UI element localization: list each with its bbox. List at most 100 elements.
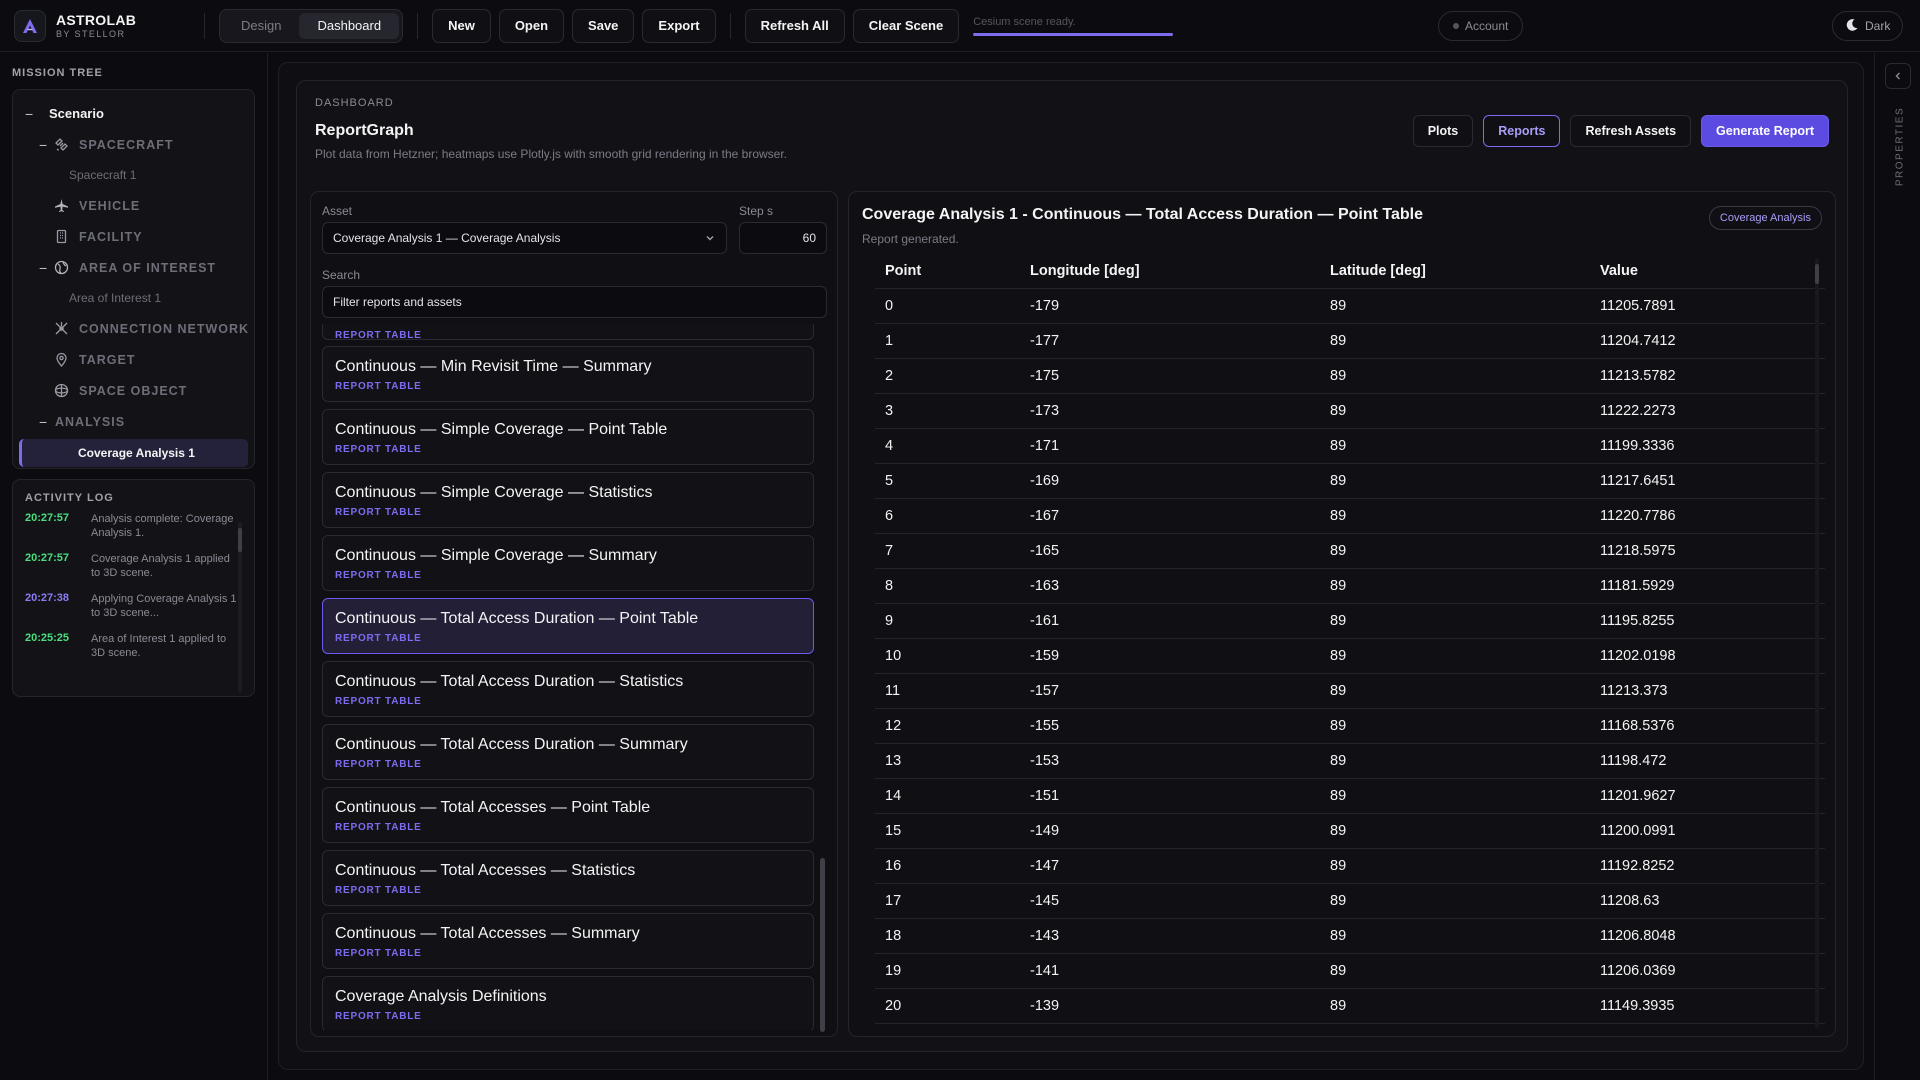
save-button[interactable]: Save <box>572 8 635 43</box>
dashboard-panel: DASHBOARD ReportGraph Plot data from Het… <box>296 80 1848 1052</box>
table-cell: 11205.7891 <box>1600 298 1676 314</box>
log-scrollbar[interactable] <box>238 522 242 692</box>
report-list-item[interactable]: Continuous — Min Revisit Time — Summary … <box>322 346 814 402</box>
table-cell: -169 <box>1030 473 1060 489</box>
table-row: 2 -175 89 11213.5782 <box>875 359 1825 394</box>
tree-root-label: Scenario <box>49 106 104 121</box>
properties-label-text: PROPERTIES <box>1894 106 1906 187</box>
report-kind-label: REPORT TABLE <box>335 570 422 581</box>
report-title: Continuous — Simple Coverage — Summary <box>335 547 657 564</box>
theme-toggle-button[interactable]: Dark <box>1832 11 1904 41</box>
tree-item-coverage-analysis-1[interactable]: Coverage Analysis 1 <box>19 439 248 467</box>
search-input[interactable]: Filter reports and assets <box>322 286 827 318</box>
report-kind-label: REPORT TABLE <box>335 507 422 518</box>
tab-design[interactable]: Design <box>223 13 299 39</box>
table-cell: 18 <box>885 928 902 944</box>
tree-item-vehicle[interactable]: VEHICLE <box>17 190 250 221</box>
report-title: Continuous — Total Accesses — Summary <box>335 925 640 942</box>
table-body: 0 -179 89 11205.7891 1 -177 89 11204.7412 2 -175 8… <box>875 289 1825 1024</box>
report-list-scrollbar[interactable] <box>820 332 825 1032</box>
reports-button[interactable]: Reports <box>1483 115 1561 147</box>
table-cell: 17 <box>885 893 902 909</box>
expand-properties-button[interactable] <box>1885 63 1911 89</box>
table-cell: 11220.7786 <box>1600 508 1676 524</box>
scrollbar-thumb[interactable] <box>1815 264 1819 284</box>
tree-item-label: AREA OF INTEREST <box>79 260 217 275</box>
mode-switch: Design Dashboard <box>219 8 404 43</box>
generate-report-button[interactable]: Generate Report <box>1701 115 1829 147</box>
collapse-icon[interactable]: − <box>39 137 53 153</box>
export-button[interactable]: Export <box>642 8 716 43</box>
orbit-icon <box>53 383 69 399</box>
refresh-all-button[interactable]: Refresh All <box>744 8 845 43</box>
plots-button[interactable]: Plots <box>1412 115 1474 147</box>
app-name: ASTROLAB <box>56 12 137 28</box>
open-button[interactable]: Open <box>498 8 565 43</box>
tree-item-area-of-interest-1[interactable]: Area of Interest 1 <box>17 283 250 313</box>
report-list-item[interactable]: Continuous — Simple Coverage — Statistic… <box>322 472 814 528</box>
table-cell: 1 <box>885 333 894 349</box>
divider <box>204 12 205 39</box>
clear-scene-button[interactable]: Clear Scene <box>852 8 960 43</box>
report-list-item[interactable]: Continuous — Simple Coverage — Point Tab… <box>322 409 814 465</box>
new-button[interactable]: New <box>432 8 491 43</box>
tree-item-space-object[interactable]: SPACE OBJECT <box>17 375 250 406</box>
report-list-item[interactable]: Coverage Analysis Definitions REPORT TAB… <box>322 976 814 1030</box>
tree-item-label: VEHICLE <box>79 198 141 213</box>
column-header: Longitude [deg] <box>1030 263 1140 279</box>
tree-item-spacecraft-1[interactable]: Spacecraft 1 <box>17 160 250 190</box>
report-list-item[interactable]: Continuous — Total Accesses — Summary RE… <box>322 913 814 969</box>
refresh-assets-button[interactable]: Refresh Assets <box>1570 115 1692 147</box>
step-input[interactable]: 60 <box>739 222 827 254</box>
report-status: Report generated. <box>862 232 959 246</box>
report-list-item[interactable]: Continuous — Total Access Duration — Sta… <box>322 661 814 717</box>
scrollbar-thumb[interactable] <box>238 528 242 552</box>
table-cell: -139 <box>1030 998 1060 1014</box>
report-list-item[interactable]: Continuous — Total Access Duration — Sum… <box>322 724 814 780</box>
log-time: 20:27:57 <box>25 512 70 524</box>
tree-item-analysis[interactable]: − ANALYSIS <box>17 406 250 437</box>
status-progress-bar <box>973 32 1174 36</box>
collapse-icon[interactable]: − <box>39 260 53 276</box>
asset-select[interactable]: Coverage Analysis 1 — Coverage Analysis <box>322 222 727 254</box>
log-message: Applying Coverage Analysis 1 to 3D scene… <box>91 593 237 619</box>
account-button[interactable]: Account <box>1438 11 1524 41</box>
report-list: REPORT TABLE Continuous — Min Revisit Ti… <box>322 324 816 1030</box>
tree-item-target[interactable]: TARGET <box>17 344 250 375</box>
properties-strip: PROPERTIES <box>1874 53 1920 1080</box>
table-cell: 11198.472 <box>1600 753 1667 769</box>
report-list-item-selected[interactable]: Continuous — Total Access Duration — Poi… <box>322 598 814 654</box>
tree-item-spacecraft[interactable]: − SPACECRAFT <box>17 129 250 160</box>
table-cell: 89 <box>1330 543 1347 559</box>
report-list-item[interactable]: Continuous — Total Accesses — Point Tabl… <box>322 787 814 843</box>
table-cell: 15 <box>885 823 902 839</box>
scrollbar-thumb[interactable] <box>820 858 825 1032</box>
report-list-item-partial[interactable]: REPORT TABLE <box>322 324 814 341</box>
tree-item-scenario[interactable]: − Scenario <box>17 98 250 129</box>
page-subtitle: Plot data from Hetzner; heatmaps use Plo… <box>315 147 788 161</box>
chevron-down-icon <box>704 232 716 247</box>
table-cell: 89 <box>1330 963 1347 979</box>
tree-item-connection-network[interactable]: CONNECTION NETWORK <box>17 313 250 344</box>
report-list-item[interactable]: Continuous — Simple Coverage — Summary R… <box>322 535 814 591</box>
table-cell: -141 <box>1030 963 1060 979</box>
log-entry: 20:25:25 Area of Interest 1 applied to 3… <box>25 632 242 660</box>
table-row: 7 -165 89 11218.5975 <box>875 534 1825 569</box>
tree-item-facility[interactable]: FACILITY <box>17 221 250 252</box>
report-table-scrollbar[interactable] <box>1815 258 1819 1028</box>
report-list-item[interactable]: Continuous — Total Accesses — Statistics… <box>322 850 814 906</box>
table-cell: -173 <box>1030 403 1060 419</box>
table-cell: 89 <box>1330 648 1347 664</box>
collapse-icon[interactable]: − <box>39 414 53 430</box>
tree-item-area-of-interest[interactable]: − AREA OF INTEREST <box>17 252 250 283</box>
table-cell: -165 <box>1030 543 1060 559</box>
table-cell: 89 <box>1330 788 1347 804</box>
table-cell: 0 <box>885 298 894 314</box>
search-label: Search <box>322 268 361 282</box>
table-cell: 89 <box>1330 613 1347 629</box>
collapse-icon[interactable]: − <box>25 106 39 122</box>
table-cell: -177 <box>1030 333 1060 349</box>
table-cell: 10 <box>885 648 902 664</box>
mission-tree: − Scenario − SPACECRAFT Spacecraft 1 VEH… <box>12 89 255 469</box>
tab-dashboard[interactable]: Dashboard <box>299 12 400 39</box>
